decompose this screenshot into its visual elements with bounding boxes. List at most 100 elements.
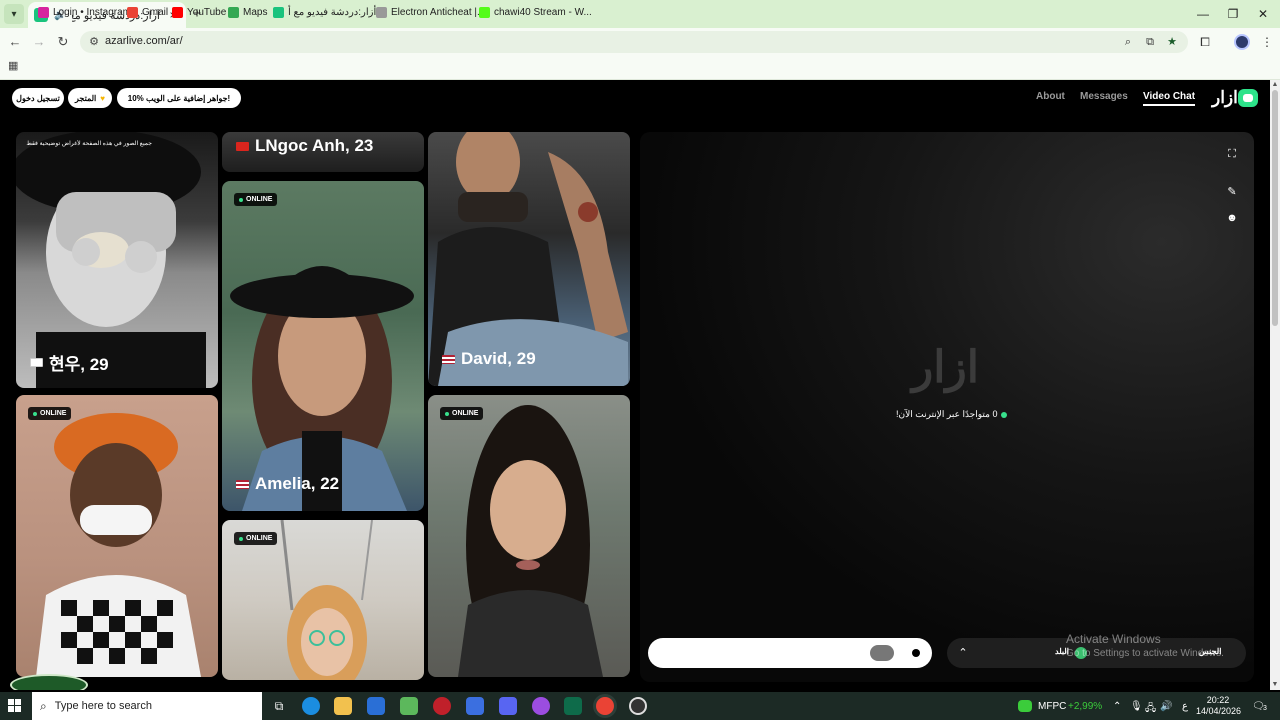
- clock[interactable]: 20:22 14/04/2026: [1196, 695, 1241, 717]
- apps-grid-icon[interactable]: ▦: [8, 60, 20, 72]
- profile-card[interactable]: جميع الصور في هذه الصفحة لأغراض توضيحية …: [16, 132, 218, 388]
- channel-logo-badge: [10, 674, 88, 690]
- zoom-icon[interactable]: ⌕: [1120, 34, 1136, 50]
- close-window-button[interactable]: ✕: [1248, 4, 1278, 24]
- messenger-app-icon[interactable]: [532, 697, 550, 715]
- azar-logo-text[interactable]: ازار: [1212, 88, 1238, 108]
- scroll-down-icon[interactable]: ▼: [1270, 680, 1280, 690]
- stock-chart-icon: [1018, 700, 1032, 712]
- activate-windows-subtitle: Go to Settings to activate Windows.: [1066, 648, 1224, 659]
- gmail-icon: [127, 6, 138, 18]
- language-indicator[interactable]: ع: [1182, 701, 1188, 712]
- nav-about[interactable]: About: [1036, 91, 1065, 102]
- notifications-count: 3: [1263, 705, 1267, 712]
- scroll-thumb[interactable]: [1272, 90, 1278, 326]
- profile-card[interactable]: LNgoc Anh, 23: [222, 132, 424, 172]
- tray-overflow-icon[interactable]: ⌃: [1113, 701, 1121, 712]
- back-icon[interactable]: ←: [6, 33, 24, 51]
- profile-photo: [458, 405, 603, 677]
- profile-card[interactable]: ONLINE: [16, 395, 218, 677]
- install-app-icon[interactable]: ⧉: [1142, 34, 1158, 50]
- forward-icon[interactable]: →: [30, 33, 48, 51]
- kr-flag-icon: [30, 358, 43, 367]
- stock-change[interactable]: +2,99%: [1068, 701, 1102, 712]
- windows-start-icon[interactable]: [8, 699, 22, 713]
- azar-watermark-logo: ازار: [912, 343, 979, 392]
- bookmark-kick-stream[interactable]: chawi40 Stream - W...: [479, 4, 592, 20]
- login-button[interactable]: تسجيل دخول: [12, 88, 64, 108]
- tab-search-button[interactable]: ▾: [4, 4, 24, 24]
- discord-icon[interactable]: [499, 697, 517, 715]
- extensions-icon[interactable]: ⧠: [1196, 33, 1214, 51]
- bookmark-youtube[interactable]: YouTube: [172, 4, 226, 20]
- page-viewport: تسجيل دخول المتجر ♥ 10% جواهر إضافية على …: [0, 80, 1270, 690]
- online-count-status: 0 متواجدًا عبر الإنترنت الآن!: [896, 409, 1008, 420]
- clock-time: 20:22: [1206, 695, 1230, 705]
- terminal-app-icon[interactable]: [564, 697, 582, 715]
- video-chat-panel: ⛶ ✎ ☻ ازار 0 متواجدًا عبر الإنترنت الآن!: [640, 132, 1254, 682]
- minimize-button[interactable]: —: [1188, 4, 1218, 24]
- card-name: 현우, 29: [30, 350, 109, 375]
- nav-messages[interactable]: Messages: [1080, 91, 1128, 102]
- restore-button[interactable]: ❐: [1218, 4, 1248, 24]
- browser-toolbar: ← → ↻ ⚙ azarlive.com/ar/ ⌕ ⧉ ★ ⧠ ⋮: [0, 28, 1280, 56]
- site-info-icon[interactable]: ⚙: [86, 34, 102, 50]
- store-button[interactable]: المتجر ♥: [68, 88, 112, 108]
- edge-icon[interactable]: [302, 697, 320, 715]
- electron-icon: [376, 6, 387, 18]
- chrome-icon[interactable]: [596, 697, 614, 715]
- media-app-icon[interactable]: [466, 697, 484, 715]
- profile-card[interactable]: ONLINE: [428, 395, 630, 677]
- obs-icon[interactable]: [629, 697, 647, 715]
- vn-flag-icon: [236, 141, 249, 151]
- record-dot-icon[interactable]: [912, 649, 920, 657]
- search-icon: ⌕: [40, 698, 47, 713]
- status-dot-icon: [1001, 411, 1008, 418]
- volume-icon[interactable]: 🔊: [1160, 701, 1172, 712]
- taskbar-search[interactable]: ⌕ Type here to search: [32, 692, 262, 720]
- url-text[interactable]: azarlive.com/ar/: [105, 35, 183, 47]
- disclaimer-text: جميع الصور في هذه الصفحة لأغراض توضيحية …: [26, 141, 152, 147]
- maps-icon: [228, 6, 239, 18]
- address-bar[interactable]: ⚙ azarlive.com/ar/ ⌕ ⧉ ★: [80, 31, 1188, 53]
- fullscreen-icon[interactable]: ⛶: [1224, 146, 1240, 162]
- nav-video-chat[interactable]: Video Chat: [1143, 91, 1196, 106]
- stock-ticker[interactable]: MFPC: [1038, 701, 1066, 712]
- microphone-icon[interactable]: 🎙: [1130, 701, 1143, 712]
- search-placeholder: Type here to search: [54, 700, 152, 712]
- bookmark-electron[interactable]: Electron Anticheat |...: [376, 4, 485, 20]
- bookmark-gmail[interactable]: Gmail: [127, 4, 168, 20]
- menu-kebab-icon[interactable]: ⋮: [1258, 33, 1276, 51]
- task-view-icon[interactable]: ⧉: [270, 697, 288, 715]
- page-scrollbar[interactable]: ▲ ▼: [1270, 80, 1280, 690]
- magic-wand-icon[interactable]: ✎: [1224, 184, 1240, 200]
- profile-card[interactable]: ONLINE: [222, 520, 424, 680]
- scroll-up-icon[interactable]: ▲: [1270, 80, 1280, 90]
- chevron-up-icon[interactable]: ⌃: [955, 645, 971, 661]
- azar-logo-icon[interactable]: [1238, 89, 1258, 107]
- promo-banner[interactable]: 10% جواهر إضافية على الويب!: [117, 88, 241, 108]
- online-dot-icon: [445, 411, 449, 416]
- reload-icon[interactable]: ↻: [54, 33, 72, 51]
- chat-control-bar[interactable]: [648, 638, 932, 668]
- mail-icon[interactable]: [367, 697, 385, 715]
- store-app-icon[interactable]: [400, 697, 418, 715]
- profile-photo: [230, 266, 414, 511]
- bookmark-maps[interactable]: Maps: [228, 4, 267, 20]
- youtube-icon: [172, 6, 183, 18]
- bookmark-instagram[interactable]: Login • Instagram: [38, 4, 131, 20]
- bookmark-azar[interactable]: أزار:دردشة فيديو مع أ...: [273, 4, 385, 20]
- profile-avatar[interactable]: [1234, 34, 1250, 50]
- card-name: Amelia, 22: [236, 474, 339, 494]
- azar-icon: [273, 6, 284, 18]
- profile-card[interactable]: ONLINE Amelia, 22: [222, 181, 424, 511]
- online-badge: ONLINE: [234, 193, 278, 206]
- instagram-icon: [38, 6, 49, 18]
- bookmark-star-icon[interactable]: ★: [1164, 34, 1180, 50]
- file-explorer-icon[interactable]: [334, 697, 352, 715]
- profile-card[interactable]: David, 29: [428, 132, 630, 386]
- face-filter-icon[interactable]: ☻: [1224, 210, 1240, 226]
- anticheat-app-icon[interactable]: [433, 697, 451, 715]
- us-flag-icon: [236, 479, 249, 489]
- network-icon[interactable]: 🖧: [1145, 701, 1156, 718]
